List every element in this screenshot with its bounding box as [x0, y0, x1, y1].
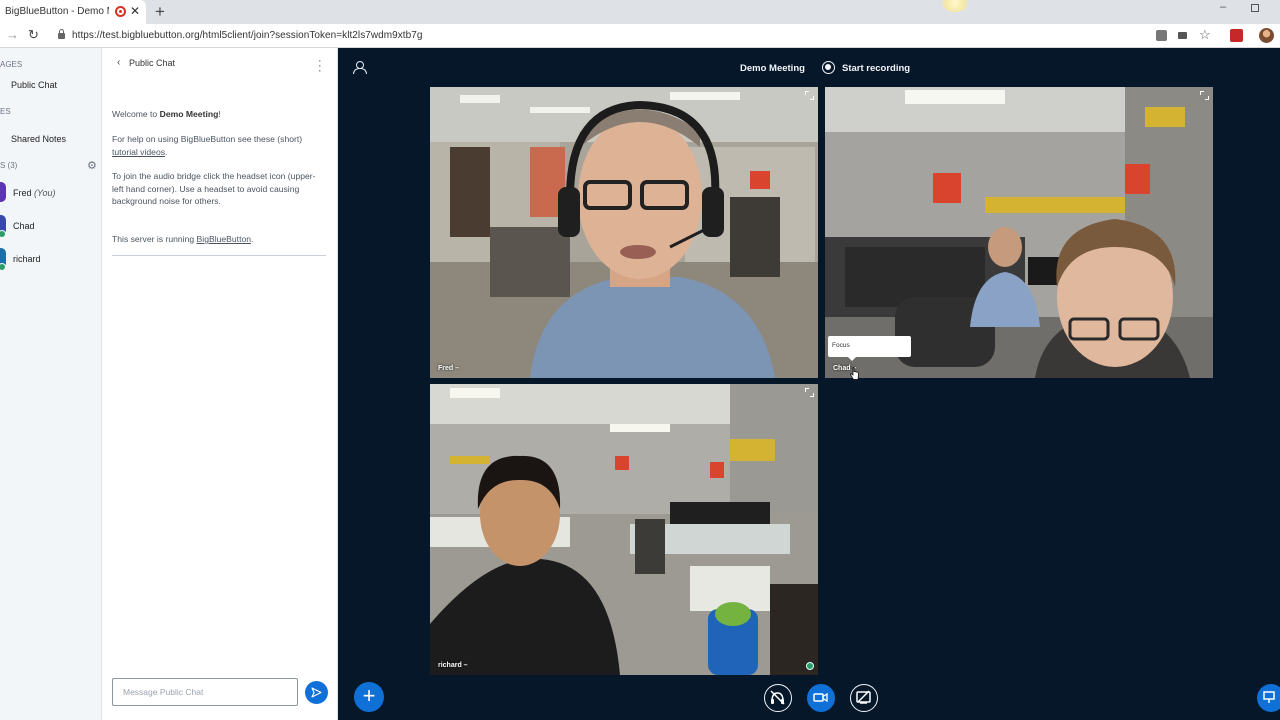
- avatar: [0, 182, 6, 202]
- user-name: Chad: [13, 221, 35, 231]
- recording-indicator-icon: [115, 6, 126, 17]
- presentation-icon: [1263, 691, 1275, 703]
- adblock-extension-icon[interactable]: [1230, 29, 1243, 42]
- send-icon: [311, 687, 322, 698]
- browser-tab[interactable]: BigBlueButton - Demo Meeting ✕: [0, 0, 146, 24]
- more-options-icon[interactable]: · · ·: [318, 56, 322, 77]
- desktop-glare: [942, 0, 968, 12]
- shared-notes-link[interactable]: Shared Notes: [11, 134, 66, 144]
- welcome-prefix: Welcome to: [112, 109, 160, 119]
- fullscreen-icon[interactable]: [805, 91, 814, 100]
- server-text: This server is running: [112, 234, 197, 244]
- user-list-panel: AGES Public Chat ES Shared Notes S (3) ⚙…: [0, 48, 102, 720]
- reload-icon[interactable]: ↻: [28, 27, 39, 43]
- video-camera-icon: [813, 692, 828, 703]
- welcome-meeting-name: Demo Meeting: [159, 109, 219, 119]
- meeting-main-area: Demo Meeting Start recording Fred – Chad…: [338, 48, 1280, 720]
- messages-header: AGES: [0, 60, 23, 69]
- record-icon[interactable]: [822, 61, 835, 74]
- chat-message-input[interactable]: Message Public Chat: [112, 678, 298, 706]
- start-recording-button[interactable]: Start recording: [842, 63, 910, 74]
- browser-toolbar: → ↻ https://test.bigbluebutton.org/html5…: [0, 24, 1280, 48]
- chat-title[interactable]: Public Chat: [129, 58, 175, 68]
- user-name: Fred (You): [13, 188, 56, 198]
- chevron-left-icon[interactable]: ‹: [117, 57, 120, 68]
- actions-plus-button[interactable]: +: [354, 682, 384, 712]
- user-list-toggle-icon[interactable]: [352, 60, 367, 74]
- window-restore-button[interactable]: [1251, 4, 1259, 12]
- welcome-suffix: !: [218, 109, 221, 119]
- share-webcam-button[interactable]: [807, 684, 835, 712]
- webcam-feed-fred: [430, 87, 818, 378]
- you-label: (You): [34, 188, 56, 198]
- help-message: For help on using BigBlueButton see thes…: [112, 133, 317, 158]
- users-header: S (3): [0, 161, 18, 170]
- user-name-text: Fred: [13, 188, 32, 198]
- bigbluebutton-link[interactable]: BigBlueButton: [197, 234, 251, 244]
- participant-name-label: Fred –: [438, 365, 460, 372]
- welcome-message: Welcome to Demo Meeting!: [112, 108, 317, 121]
- gear-icon[interactable]: ⚙: [87, 159, 97, 172]
- mic-icon: [806, 662, 814, 670]
- video-tile-chad[interactable]: Chad –: [825, 87, 1213, 378]
- server-message: This server is running BigBlueButton.: [112, 233, 317, 246]
- help-end: .: [165, 146, 168, 157]
- fullscreen-icon[interactable]: [1200, 91, 1209, 100]
- notes-header: ES: [0, 107, 11, 116]
- browser-tabstrip: BigBlueButton - Demo Meeting ✕ + –: [0, 0, 1280, 24]
- public-chat-panel: ‹ Public Chat · · · Welcome to Demo Meetin…: [102, 48, 338, 720]
- bookmark-star-icon[interactable]: ☆: [1199, 27, 1211, 43]
- meeting-title: Demo Meeting: [740, 63, 805, 74]
- help-text: For help on using BigBlueButton see thes…: [112, 134, 303, 144]
- video-tile-richard[interactable]: richard –: [430, 384, 818, 675]
- participant-name-label: richard –: [438, 662, 468, 669]
- mic-icon: [0, 263, 6, 271]
- headset-off-icon: [770, 690, 785, 705]
- screen-share-off-icon: [856, 690, 871, 704]
- audio-message: To join the audio bridge click the heads…: [112, 171, 316, 206]
- share-screen-button[interactable]: [850, 684, 878, 712]
- address-bar[interactable]: https://test.bigbluebutton.org/html5clie…: [72, 30, 422, 41]
- mouse-pointer-icon: [850, 367, 859, 380]
- leave-audio-button[interactable]: [764, 684, 792, 712]
- mic-icon: [0, 230, 6, 238]
- send-message-button[interactable]: [305, 681, 328, 704]
- camera-permission-icon[interactable]: [1178, 32, 1187, 39]
- extension-icon[interactable]: [1156, 30, 1167, 41]
- profile-avatar[interactable]: [1259, 28, 1274, 43]
- chat-input-placeholder: Message Public Chat: [123, 687, 204, 697]
- tab-title: BigBlueButton - Demo Meeting: [5, 6, 109, 17]
- focus-tooltip[interactable]: Focus: [828, 336, 911, 361]
- new-tab-button[interactable]: +: [155, 2, 165, 22]
- server-end: .: [251, 234, 254, 244]
- fullscreen-icon[interactable]: [805, 388, 814, 397]
- webcam-feed-chad: [825, 87, 1213, 378]
- video-tile-fred[interactable]: Fred –: [430, 87, 818, 378]
- tutorial-videos-link[interactable]: tutorial videos: [112, 147, 165, 157]
- forward-icon[interactable]: →: [6, 27, 19, 42]
- lock-icon[interactable]: [58, 29, 65, 39]
- user-name: richard: [13, 254, 41, 264]
- tab-close-button[interactable]: ✕: [130, 4, 140, 18]
- public-chat-link[interactable]: Public Chat: [11, 80, 57, 90]
- window-minimize-button[interactable]: –: [1220, 1, 1226, 13]
- webcam-feed-richard: [430, 384, 818, 675]
- divider: [112, 255, 326, 256]
- chat-toggle-button[interactable]: [1257, 684, 1280, 712]
